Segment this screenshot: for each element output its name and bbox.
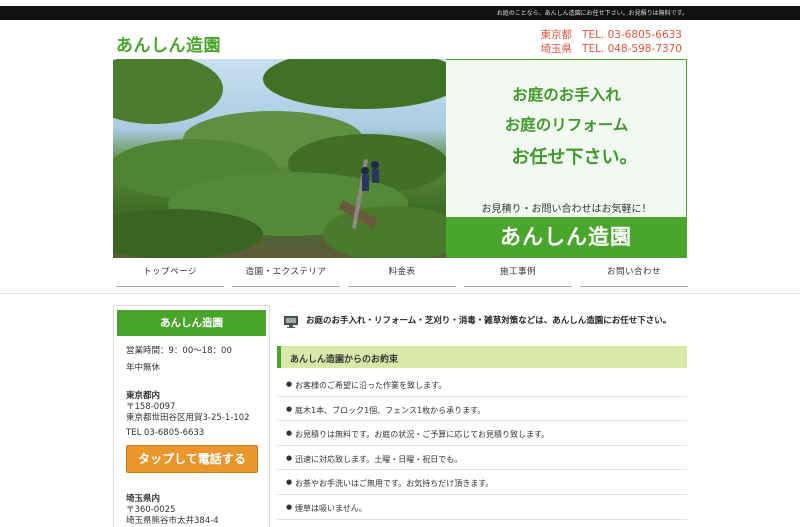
- global-nav: トップページ 造園・エクステリア 料金表 施工事例 お問い合わせ: [116, 265, 688, 287]
- promise-text: お見積りは無料です。お庭の状況・ご予算に応じてお見積り致します。: [295, 430, 550, 440]
- hero-line-1: お庭のお手入れ: [512, 86, 621, 104]
- list-item: ● 煙草は吸いません。: [277, 495, 687, 520]
- hero-banner: お庭のお手入れ お庭のリフォーム お任せ下さい。 お見積り・お問い合わせはお気軽…: [113, 59, 687, 258]
- garden-photo-illustration: [113, 59, 446, 258]
- hero-subtext: お見積り・お問い合わせはお気軽に！: [481, 204, 652, 215]
- bullet-icon: ●: [286, 453, 293, 462]
- bullet-icon: ●: [286, 502, 293, 511]
- promise-text: お茶やお手洗いはご無用です。お気持ちだけ頂きます。: [295, 479, 494, 489]
- tel-line-saitama[interactable]: 埼玉県 TEL. 048-598-7370: [532, 42, 682, 56]
- holiday-info: 年中無休: [126, 363, 161, 373]
- sidebar-title: あんしん造園: [117, 310, 266, 336]
- promise-text: 煙草は吸いません。: [295, 503, 367, 513]
- tel-number: TEL. 048-598-7370: [582, 43, 682, 55]
- nav-item-contact[interactable]: お問い合わせ: [580, 265, 688, 287]
- business-hours: 営業時間：9：00～18：00: [126, 346, 232, 356]
- monitor-icon: [284, 313, 298, 328]
- tel-pref: 埼玉県: [540, 43, 573, 55]
- list-item: ● お茶やお手洗いはご無用です。お気持ちだけ頂きます。: [277, 470, 687, 495]
- nav-item-landscaping[interactable]: 造園・エクステリア: [232, 265, 340, 287]
- nav-item-works[interactable]: 施工事例: [464, 265, 572, 287]
- top-bar-message: お庭のことなら、あんしん造園にお任せ下さい。お見積りは無料です。: [496, 10, 688, 17]
- promise-heading: あんしん造園からのお約束: [277, 346, 687, 368]
- tel-pref: 東京都: [540, 29, 573, 41]
- tel-line-tokyo[interactable]: 東京都 TEL. 03-6805-6633: [532, 28, 682, 42]
- intro-line: お庭のお手入れ・リフォーム・芝刈り・消毒・雑草対策などは、あんしん造園にお任せ下…: [284, 313, 694, 328]
- list-item: ● お見積りは無料です。お庭の状況・ご予算に応じてお見積り致します。: [277, 421, 687, 446]
- hero-line-2: お庭のリフォーム: [504, 116, 629, 134]
- promise-text: 庭木1本、ブロック1個、フェンス1枚から承ります。: [295, 405, 486, 415]
- tel-list: 東京都 TEL. 03-6805-6633 埼玉県 TEL. 048-598-737…: [532, 28, 682, 56]
- site-header: あんしん造園 東京都 TEL. 03-6805-6633 埼玉県 TEL. 048-…: [0, 20, 800, 60]
- promise-list: ● お客様のご希望に沿った作業を致します。 ● 庭木1本、ブロック1個、フェンス1枚…: [277, 372, 687, 520]
- garden-photo: [113, 59, 446, 258]
- promise-heading-text: あんしん造園からのお約束: [290, 355, 399, 365]
- list-item: ● お客様のご希望に沿った作業を致します。: [277, 372, 687, 397]
- promise-text: 迅速に対応致します。土曜・日曜・祝日でも。: [295, 454, 463, 464]
- saitama-address: 埼玉県熊谷市太井384-4: [126, 516, 219, 526]
- intro-text: お庭のお手入れ・リフォーム・芝刈り・消毒・雑草対策などは、あんしん造園にお任せ下…: [306, 316, 672, 326]
- tel-number: TEL. 03-6805-6633: [582, 29, 682, 41]
- top-bar: お庭のことなら、あんしん造園にお任せ下さい。お見積りは無料です。: [0, 6, 800, 20]
- tokyo-address: 東京都世田谷区用賀3-25-1-102: [126, 413, 250, 423]
- site-logo[interactable]: あんしん造園: [116, 31, 221, 56]
- tokyo-tel[interactable]: TEL 03-6805-6633: [126, 428, 204, 438]
- call-button[interactable]: タップして電話する: [126, 445, 258, 473]
- hero-line-3: お任せ下さい。: [511, 147, 638, 168]
- promise-text: お客様のご希望に沿った作業を致します。: [295, 381, 447, 390]
- sidebar: あんしん造園 営業時間：9：00～18：00 年中無休 東京都内 〒158-00…: [113, 305, 270, 527]
- bullet-icon: ●: [286, 478, 293, 487]
- nav-divider: [0, 293, 800, 294]
- bullet-icon: ●: [286, 380, 293, 388]
- list-item: ● 庭木1本、ブロック1個、フェンス1枚から承ります。: [277, 397, 687, 422]
- list-item: ● 迅速に対応致します。土曜・日曜・祝日でも。: [277, 446, 687, 471]
- nav-item-top[interactable]: トップページ: [116, 265, 224, 287]
- bullet-icon: ●: [286, 429, 293, 438]
- bullet-icon: ●: [286, 404, 293, 413]
- hero-message-panel: お庭のお手入れ お庭のリフォーム お任せ下さい。 お見積り・お問い合わせはお気軽…: [446, 59, 687, 258]
- nav-item-pricing[interactable]: 料金表: [348, 265, 456, 287]
- hero-brand-band: あんしん造園: [446, 217, 686, 257]
